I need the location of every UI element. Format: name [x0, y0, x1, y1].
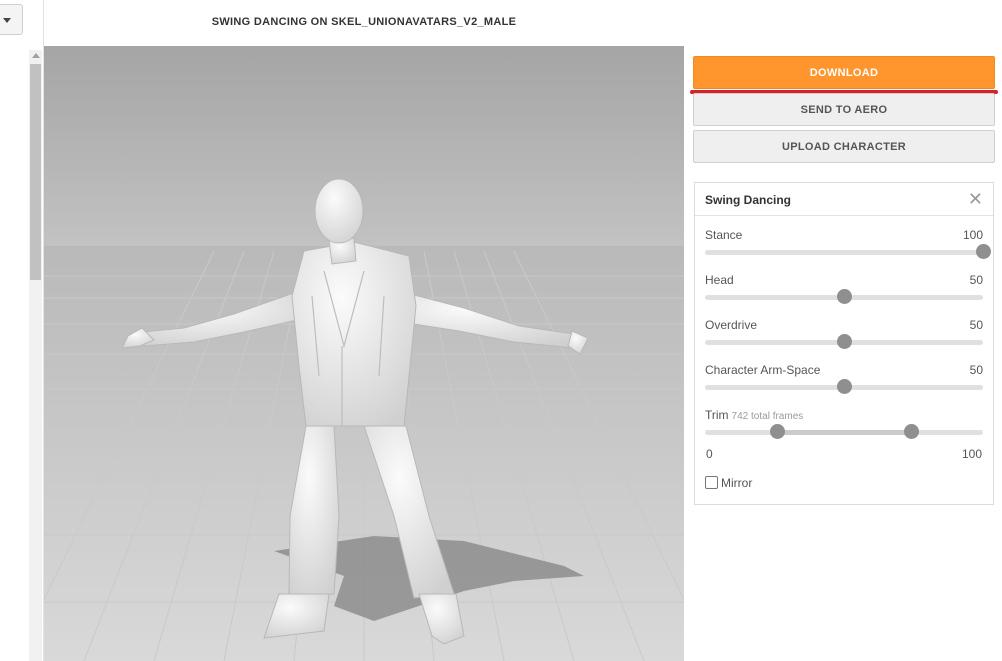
slider-overdrive: Overdrive 50: [705, 318, 983, 354]
trim-label-group: Trim 742 total frames: [705, 408, 803, 422]
viewport-scene: [44, 46, 684, 661]
trim-min-value: 0: [706, 447, 713, 461]
slider-value: 50: [969, 363, 983, 377]
total-frames-note: 742 total frames: [731, 411, 804, 422]
slider-track[interactable]: [705, 430, 983, 435]
trim-end-handle[interactable]: [903, 424, 919, 439]
page-title: SWING DANCING ON SKEL_UNIONAVATARS_V2_MA…: [211, 16, 517, 28]
backdrop: [44, 46, 684, 246]
dropdown-button[interactable]: [0, 4, 23, 35]
slider-value: 50: [969, 318, 983, 332]
slider-stance: Stance 100: [705, 228, 991, 264]
slider-label: Head: [705, 273, 734, 287]
trim-label: Trim: [705, 408, 729, 422]
slider-handle[interactable]: [976, 244, 991, 259]
close-icon[interactable]: ✕: [968, 189, 983, 209]
mirror-label: Mirror: [721, 476, 753, 490]
trim-max-value: 100: [961, 447, 982, 461]
mirror-checkbox-row[interactable]: Mirror: [705, 476, 752, 490]
slider-label: Overdrive: [705, 318, 758, 332]
slider-value: 50: [969, 273, 983, 287]
trim-start-handle[interactable]: [770, 424, 786, 439]
mirror-checkbox[interactable]: [705, 476, 718, 489]
slider-value: 100: [962, 228, 983, 242]
slider-label: Character Arm-Space: [705, 363, 821, 377]
slider-arm-space: Character Arm-Space 50: [705, 363, 983, 399]
slider-handle[interactable]: [837, 379, 852, 394]
3d-viewport[interactable]: [44, 46, 684, 661]
left-panel-strip: [0, 0, 44, 661]
animation-settings-panel: Swing Dancing ✕ Stance 100 Head 50 Overd…: [694, 182, 994, 505]
scrollbar-thumb[interactable]: [30, 64, 41, 280]
animation-title: Swing Dancing: [705, 193, 792, 207]
settings-header: Swing Dancing ✕: [695, 183, 993, 216]
slider-label: Stance: [705, 228, 743, 242]
upload-character-button[interactable]: UPLOAD CHARACTER: [693, 130, 995, 163]
download-button[interactable]: DOWNLOAD: [693, 56, 995, 89]
slider-handle[interactable]: [837, 334, 852, 349]
slider-track[interactable]: [705, 250, 983, 255]
trim-selected-range: [777, 430, 911, 435]
slider-handle[interactable]: [837, 289, 852, 304]
slider-head: Head 50: [705, 273, 983, 309]
trim-range-slider: Trim 742 total frames: [705, 408, 983, 444]
chevron-down-icon: [3, 18, 11, 23]
scroll-up-arrow-icon[interactable]: [32, 53, 40, 58]
send-to-aero-button[interactable]: SEND TO AERO: [693, 93, 995, 126]
